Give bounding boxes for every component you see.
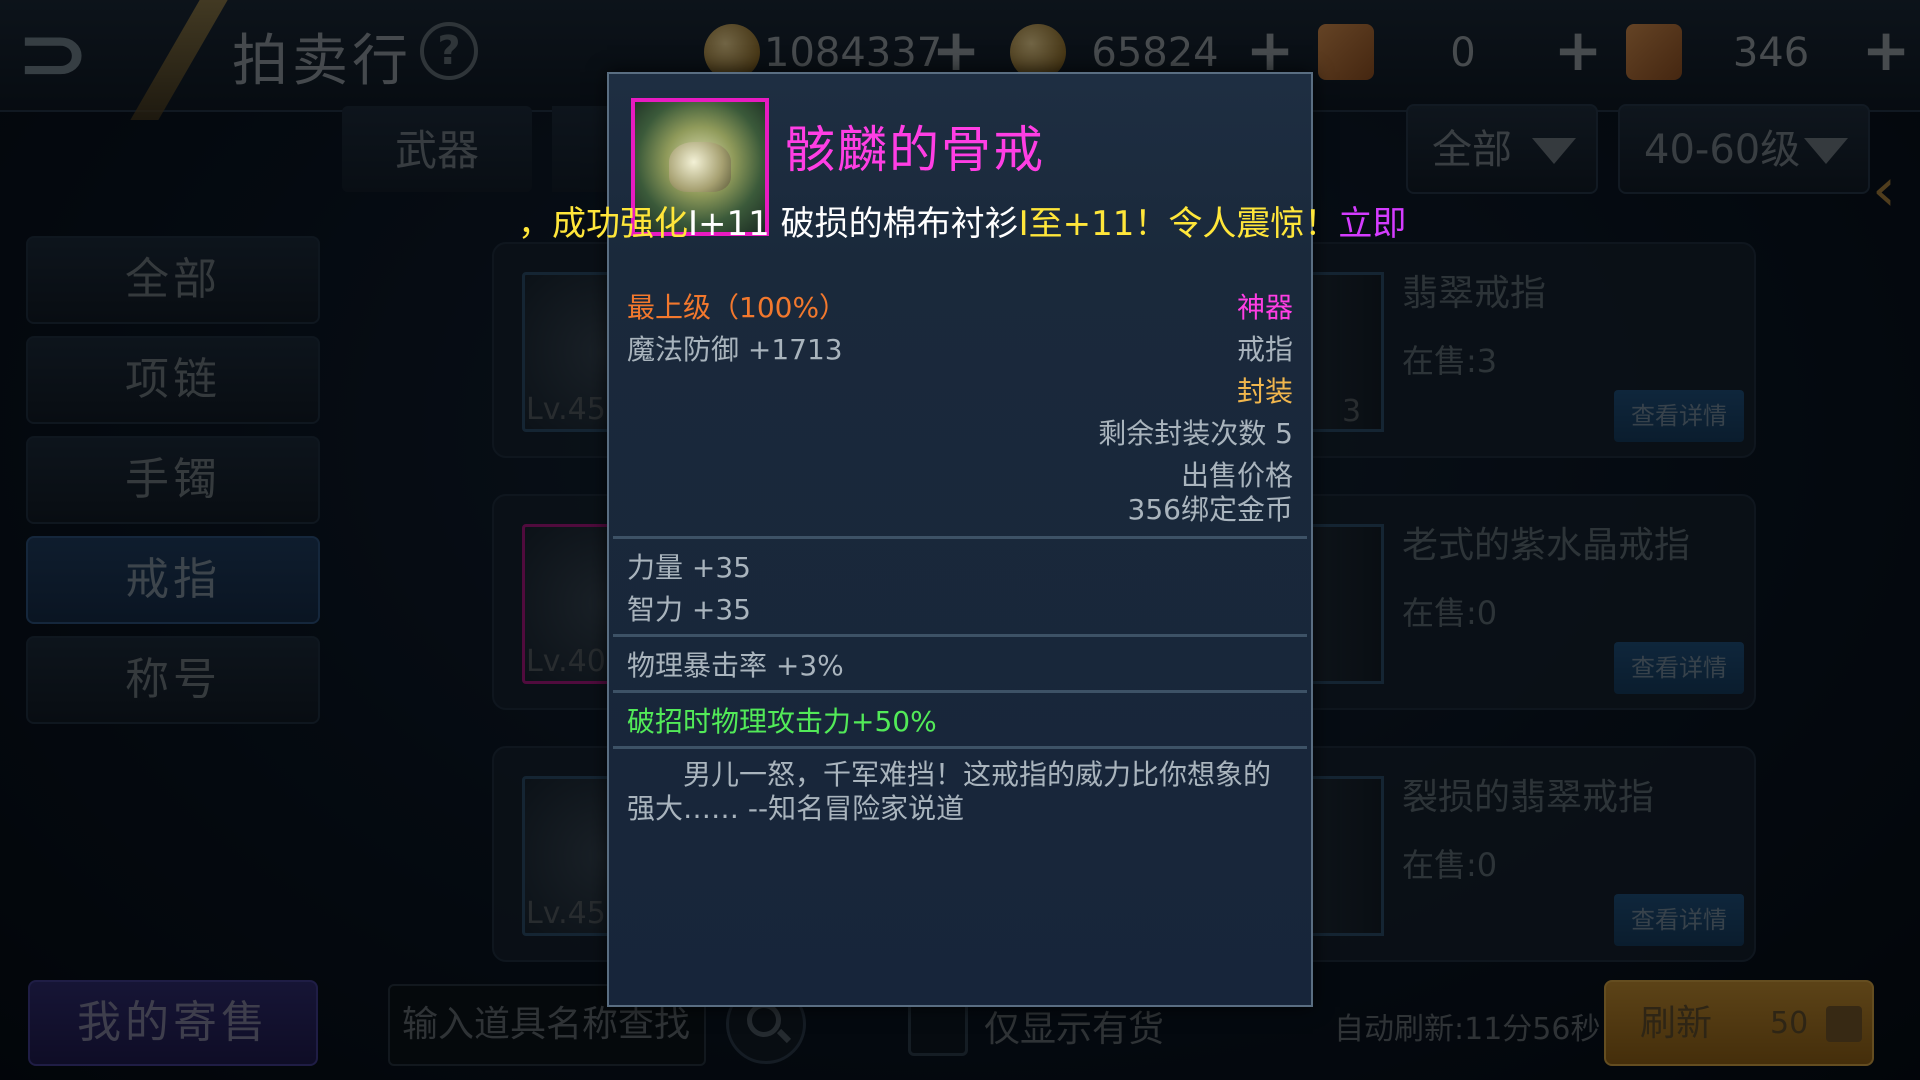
divider [613,536,1307,539]
broadcast-segment: I至+11！令人震惊！ [1018,204,1339,244]
bone-ring-icon [669,142,731,192]
item-quality: 神器 [1236,291,1293,324]
item-type: 戒指 [1236,333,1293,366]
price-value: 356绑定金币 [1127,493,1293,526]
divider [613,746,1307,749]
divider [613,634,1307,637]
item-name: 骸麟的骨戒 [785,121,1045,179]
item-grade: 最上级（100%） [627,291,848,324]
stat-magic-defense: 魔法防御 +1713 [627,333,843,366]
seal-remaining: 剩余封装次数 5 [1098,417,1293,450]
item-description: 男儿一怒，千军难挡！这戒指的威力比你想象的强大…… --知名冒险家说道 [627,758,1272,825]
item-sealed: 封装 [1236,375,1293,408]
broadcast-segment: 立即 [1338,204,1407,244]
auction-house-screen: ⊃ 拍卖行 ? 1084337 + 65824 + 0 + 346 + 武器 全… [0,0,1920,1080]
stat-phys-crit: 物理暴击率 +3% [627,649,844,682]
stat-strength: 力量 +35 [627,551,751,584]
broadcast-segment: I+11 破损的棉布衬衫 [688,204,1019,244]
divider [613,690,1307,693]
stat-intelligence: 智力 +35 [627,593,751,626]
system-broadcast: ，成功强化I+11 破损的棉布衬衫I至+11！令人震惊！立即 [518,196,1406,245]
broadcast-segment: ，成功强化 [518,204,688,244]
special-effect: 破招时物理攻击力+50% [627,705,937,738]
